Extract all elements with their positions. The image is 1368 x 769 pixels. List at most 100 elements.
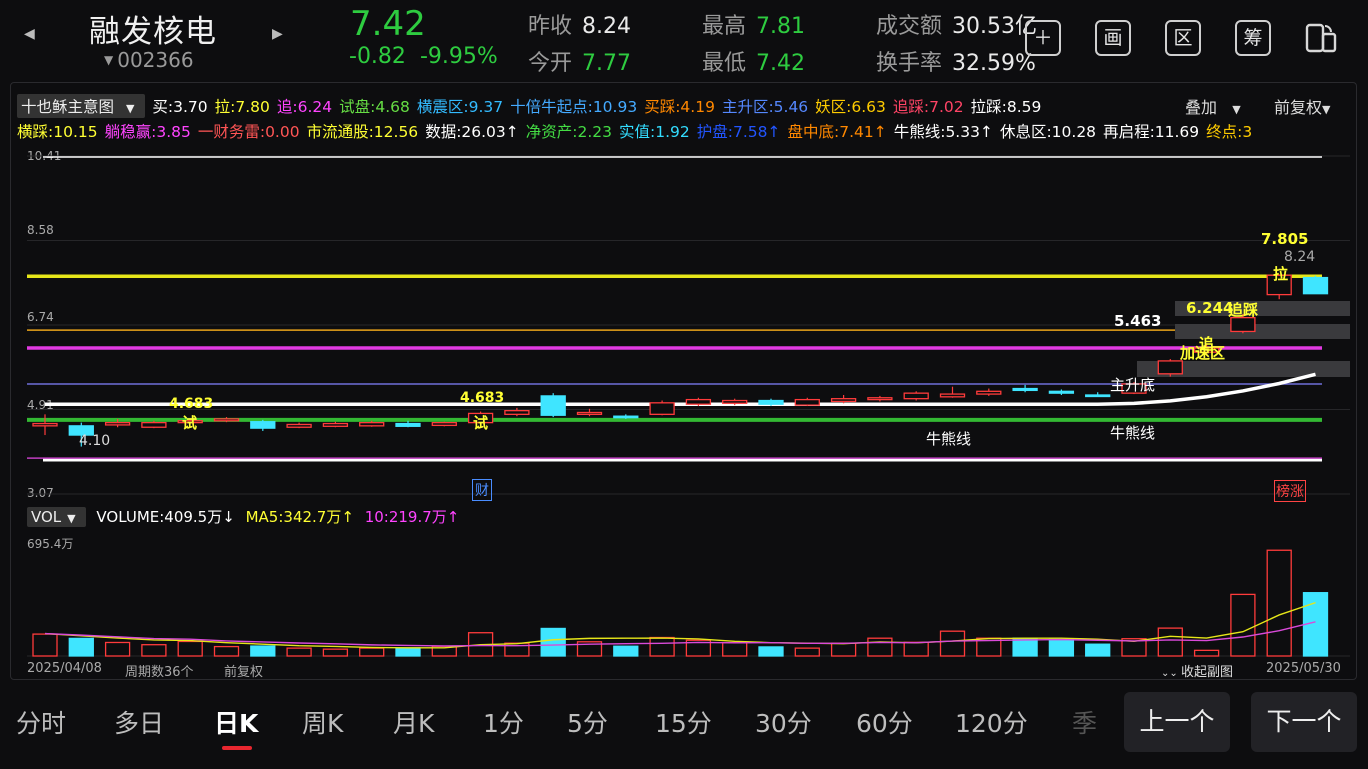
volume-ma5: MA5:342.7万↑: [245, 508, 354, 526]
indicator-selector[interactable]: 十也稣主意图 ▼: [17, 94, 146, 118]
turnover-stat: 成交额 30.53亿: [876, 8, 1037, 40]
volume-ma10: 10:219.7万↑: [364, 508, 460, 526]
high-value: 7.81: [756, 14, 805, 39]
candle-body-10: [395, 422, 421, 427]
candle-body-15: [576, 411, 603, 415]
volume-chart[interactable]: [27, 533, 1350, 660]
tab-monthly-k[interactable]: 月K: [393, 704, 434, 740]
collapse-subchart-button[interactable]: ⌄⌄ 收起副图: [1161, 661, 1233, 680]
candle-body-17: [649, 402, 675, 415]
indicator-value-r2-6: 实值:1.92: [619, 123, 690, 141]
phone-switch-icon[interactable]: [1303, 20, 1339, 56]
overlay-selector[interactable]: 叠加 ▼: [1185, 94, 1241, 118]
shi-value-annotation-1: 4.683: [169, 396, 214, 412]
last-close-annotation: 8.24: [1284, 249, 1316, 265]
plus-icon[interactable]: ＋: [1025, 20, 1061, 56]
indicator-value-r2-7: 护盘:7.58↑: [696, 123, 781, 141]
indicator-value-r2-1: 躺稳赢:3.85: [104, 123, 191, 141]
indicator-value-r1-10: 拉踩:8.59: [970, 98, 1042, 116]
candle-body-27: [1012, 387, 1038, 392]
volume-bar-6: [250, 645, 276, 657]
candle-body-21: [794, 398, 820, 406]
tab-5min[interactable]: 5分: [567, 704, 608, 740]
candle-body-0: [32, 422, 58, 427]
turnover-rate-value: 32.59%: [952, 51, 1036, 76]
volume-bar-31: [1157, 627, 1183, 657]
end-date: 2025/05/30: [1266, 661, 1341, 676]
adjust-selector[interactable]: 前复权▼: [1274, 94, 1330, 118]
price-change: -0.82 -9.95%: [349, 44, 498, 69]
candle-body-5: [213, 418, 240, 422]
quote-header: ◀ 融发核电 ▼ 002366 ▶ 7.42 -0.82 -9.95% 昨收 8.2…: [0, 0, 1368, 80]
tab-30min[interactable]: 30分: [755, 704, 812, 740]
volume-bar-21: [794, 647, 820, 657]
candle-body-29: [1085, 394, 1111, 398]
candle-body-13: [504, 410, 530, 415]
prev-stock-arrow-icon[interactable]: ◀: [24, 26, 35, 42]
volume-bar-27: [1012, 637, 1038, 657]
indicator-value-r1-9: 追踩:7.02: [892, 98, 964, 116]
low-label: 最低: [702, 51, 747, 76]
tab-1min[interactable]: 1分: [483, 704, 524, 740]
indicator-value-r2-9: 牛熊线:5.33↑: [893, 123, 993, 141]
volume-bar-24: [903, 641, 929, 657]
volume-bar-3: [141, 644, 167, 657]
open-label: 今开: [528, 51, 573, 76]
volume-bar-0: [32, 633, 58, 657]
high-label: 最高: [702, 14, 747, 39]
open-value: 7.77: [582, 51, 631, 76]
volume-bar-23: [867, 637, 893, 657]
next-stock-arrow-icon[interactable]: ▶: [272, 26, 283, 42]
volume-bar-2: [104, 641, 131, 657]
chips-icon[interactable]: 筹: [1235, 20, 1271, 56]
candle-body-25: [939, 393, 966, 398]
tab-fenshi[interactable]: 分时: [16, 704, 66, 740]
indicator-row-1: 十也稣主意图 ▼ 买:3.70 拉:7.80 追:6.24 试盘:4.68 横震区:9.3…: [17, 94, 1055, 118]
stock-name: 融发核电: [89, 14, 217, 50]
next-stock-button[interactable]: 下一个: [1251, 692, 1357, 752]
bangzhang-marker[interactable]: 榜涨: [1274, 480, 1306, 502]
tab-15min[interactable]: 15分: [655, 704, 712, 740]
zone-icon[interactable]: 区: [1165, 20, 1201, 56]
tab-60min[interactable]: 60分: [856, 704, 913, 740]
tab-weekly-k[interactable]: 周K: [302, 704, 343, 740]
indicator-value-r1-4: 横震区:9.37: [416, 98, 504, 116]
volume-value: VOLUME:409.5万↓: [96, 508, 235, 526]
indicator-value-r1-5: 十倍牛起点:10.93: [510, 98, 638, 116]
current-price: 7.42: [350, 4, 426, 44]
indicator-value-r1-6: 买踩:4.19: [644, 98, 715, 116]
indicator-value-r2-10: 休息区:10.28: [999, 123, 1097, 141]
tab-daily-k[interactable]: 日K: [214, 704, 258, 740]
tab-multiday[interactable]: 多日: [114, 704, 164, 740]
candle-body-22: [830, 398, 857, 403]
candle-body-19: [722, 399, 748, 404]
turnover-label: 成交额: [876, 14, 943, 39]
candle-body-28: [1048, 390, 1075, 394]
indicator-value-r2-4: 数据:26.03↑: [425, 123, 519, 141]
niuxiong-annotation-2: 牛熊线: [1110, 424, 1156, 442]
volume-bar-5: [213, 645, 240, 657]
draw-icon[interactable]: 画: [1095, 20, 1131, 56]
cai-marker[interactable]: 财: [472, 479, 492, 501]
tab-120min[interactable]: 120分: [955, 704, 1028, 740]
change-percent: -9.95%: [419, 44, 498, 69]
indicator-value-r1-8: 妖区:6.63: [815, 98, 886, 116]
dropdown-triangle-icon: ▼: [1322, 103, 1331, 116]
candle-body-20: [758, 399, 784, 405]
candle-body-35: [1302, 276, 1329, 295]
stock-code-selector[interactable]: ▼ 002366: [104, 48, 194, 72]
shi-value-annotation-2: 4.683: [460, 390, 505, 406]
volume-bar-1: [68, 637, 94, 657]
volume-bar-20: [758, 646, 784, 657]
prev-stock-button[interactable]: 上一个: [1124, 692, 1230, 752]
volume-selector[interactable]: VOL ▼: [27, 507, 86, 527]
low-value: 7.42: [756, 51, 805, 76]
candle-body-8: [322, 422, 349, 427]
overlay-label: 叠加: [1185, 98, 1218, 117]
jiasu-annotation: 加速区: [1180, 344, 1226, 362]
tab-quarterly[interactable]: 季: [1072, 704, 1097, 740]
turnover-rate-stat: 换手率 32.59%: [876, 45, 1036, 77]
volume-bar-28: [1048, 638, 1075, 657]
candle-body-2: [104, 421, 131, 426]
volume-bar-19: [722, 642, 748, 657]
